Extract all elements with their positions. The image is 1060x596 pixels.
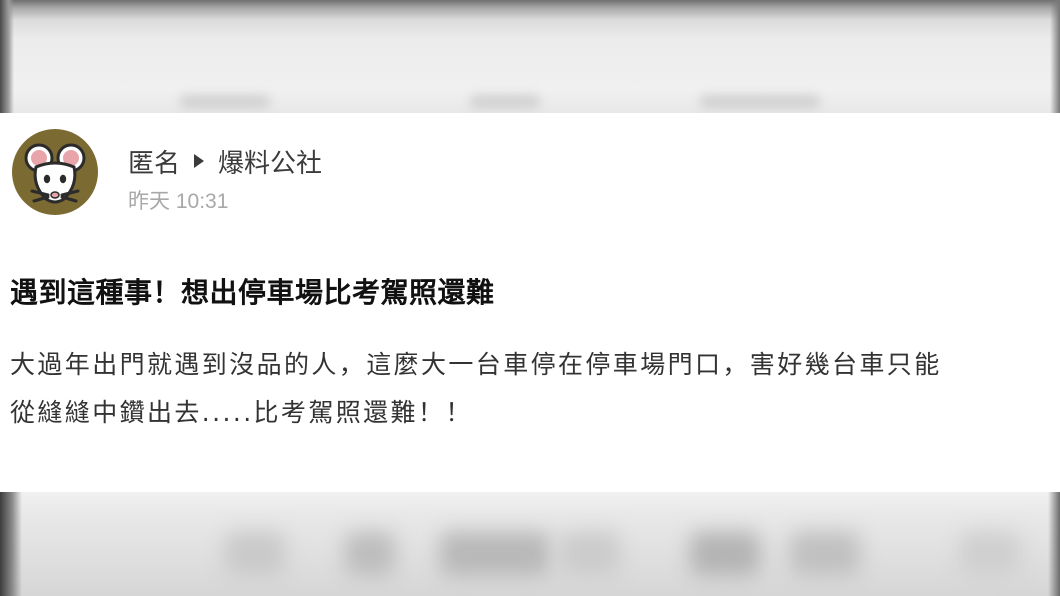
play-triangle-icon: [194, 154, 205, 168]
mouse-avatar-icon[interactable]: [12, 129, 98, 215]
blurred-background-top: [0, 0, 1060, 113]
post-body-line: 大過年出門就遇到沒品的人，這麼大一台車停在停車場門口，害好幾台車只能: [10, 350, 942, 379]
author-name[interactable]: 匿名: [128, 143, 180, 180]
post-timestamp: 昨天 10:31: [128, 190, 229, 213]
post-meta-author-line: 匿名 爆料公社: [128, 143, 322, 179]
post-title: 遇到這種事！想出停車場比考駕照還難: [10, 276, 495, 309]
blurred-background-bottom: [0, 492, 1060, 596]
post-body: 大過年出門就遇到沒品的人，這麼大一台車停在停車場門口，害好幾台車只能 從縫縫中鑽…: [10, 341, 1055, 437]
post-card: 匿名 爆料公社 昨天 10:31 遇到這種事！想出停車場比考駕照還難 大過年出門…: [0, 113, 1060, 492]
post-body-line: 從縫縫中鑽出去.....比考駕照還難！！: [10, 398, 473, 427]
board-name-link[interactable]: 爆料公社: [218, 143, 322, 180]
